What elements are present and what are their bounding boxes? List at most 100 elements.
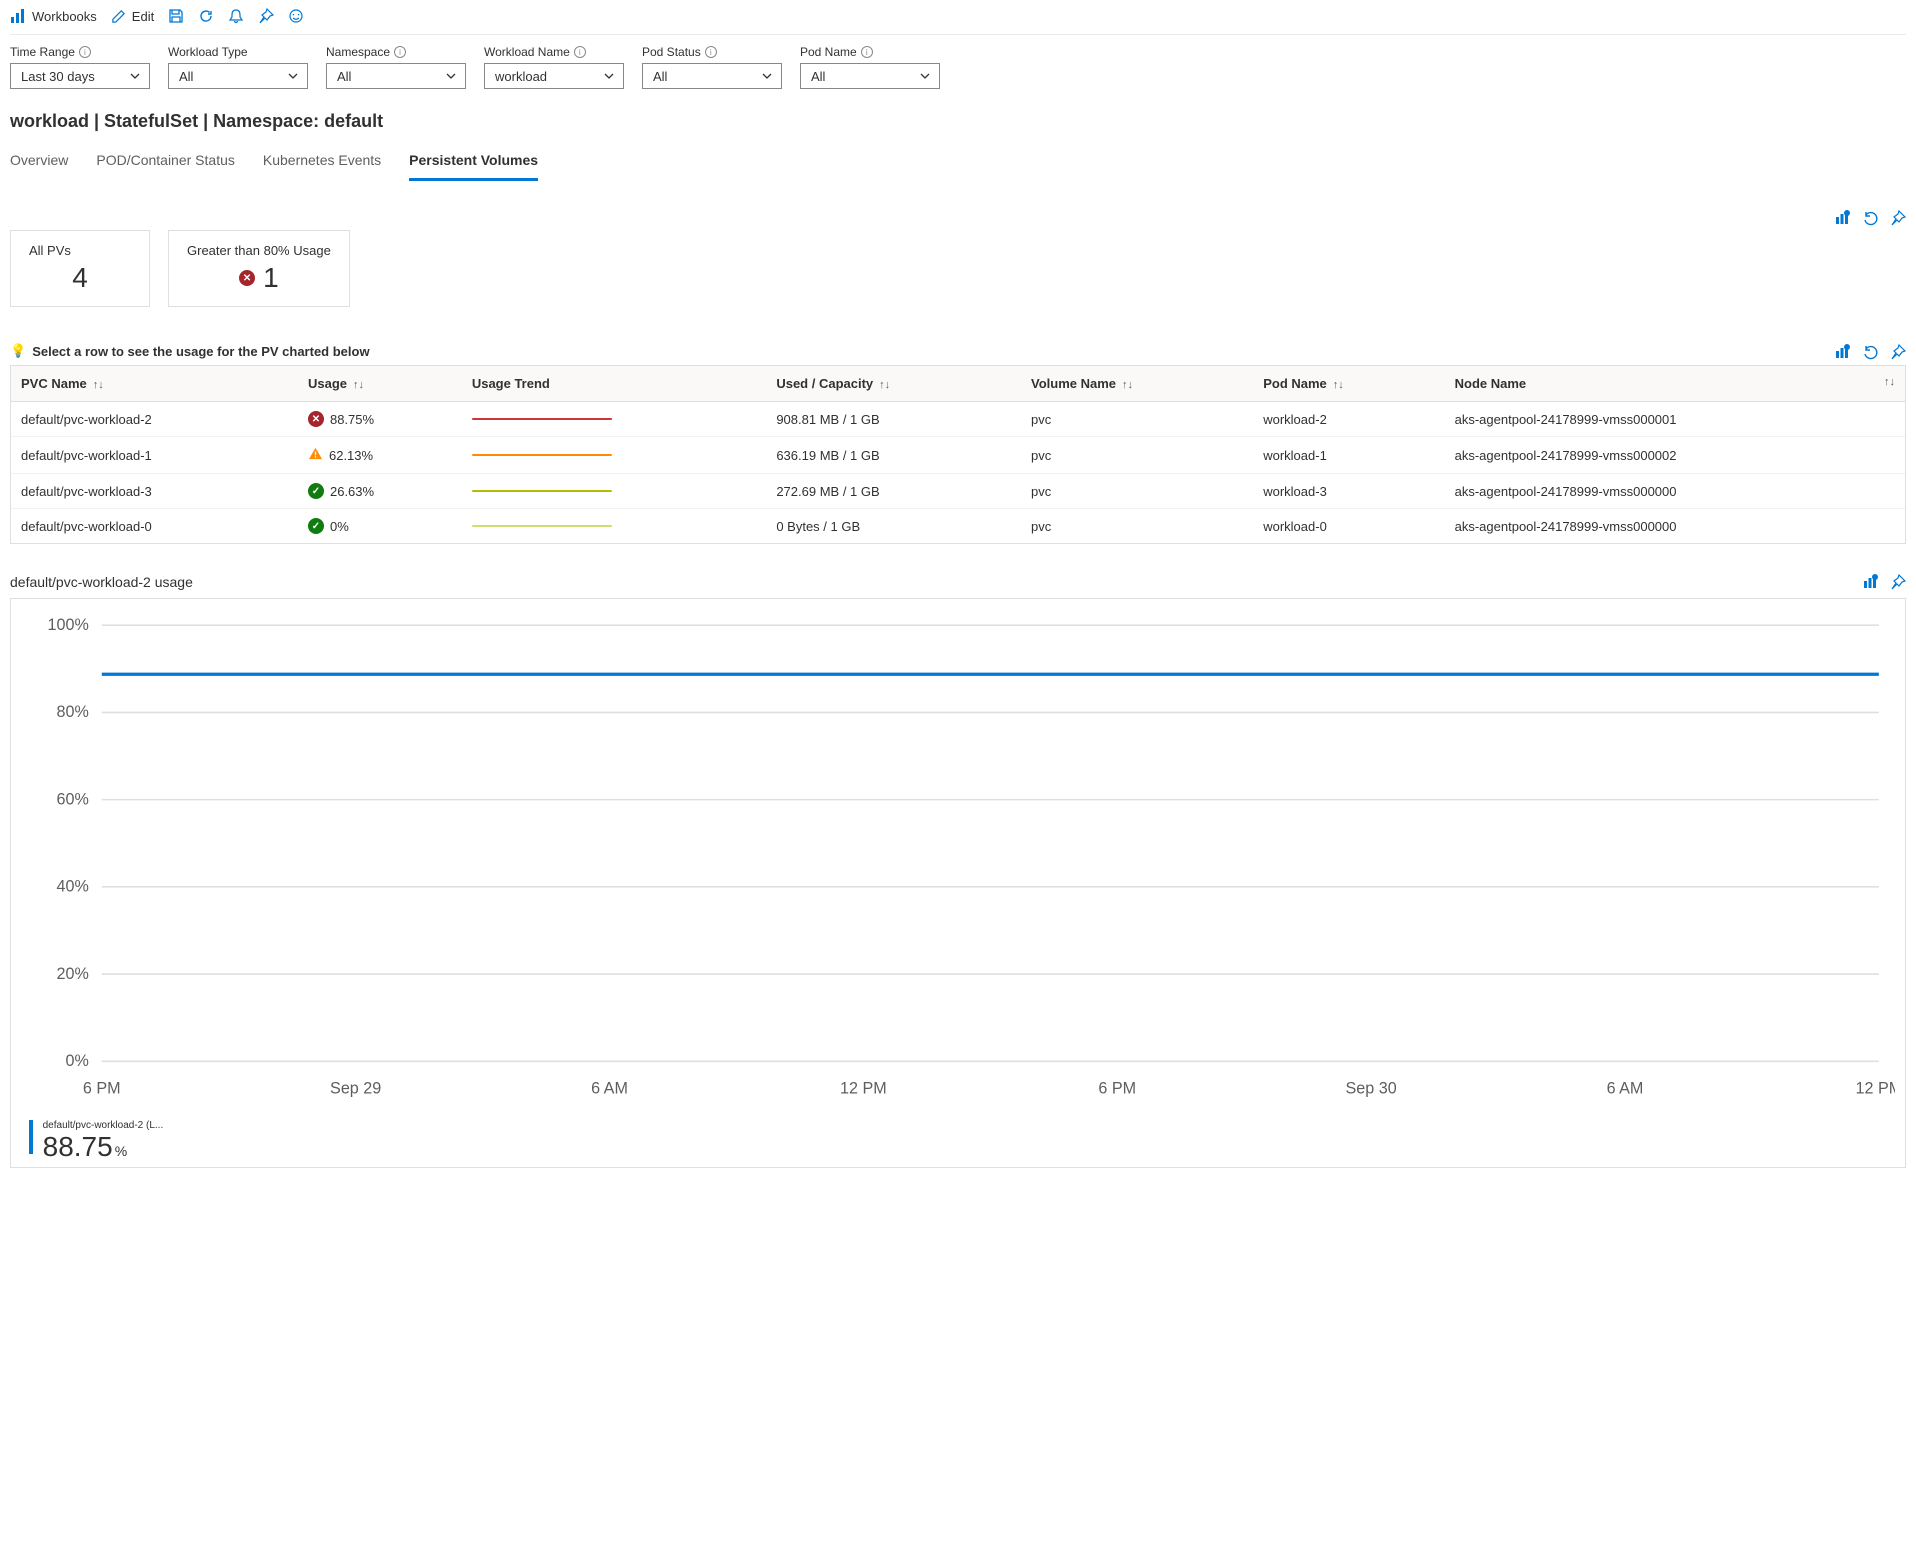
workbooks-button[interactable]: Workbooks — [10, 8, 97, 24]
cell-pvc: default/pvc-workload-0 — [11, 509, 298, 544]
cell-pod: workload-3 — [1253, 474, 1444, 509]
time-range-dropdown[interactable]: Last 30 days — [10, 63, 150, 89]
info-icon[interactable]: i — [705, 46, 717, 58]
info-icon[interactable]: i — [574, 46, 586, 58]
svg-text:Sep 30: Sep 30 — [1346, 1080, 1397, 1098]
logs-icon[interactable] — [1834, 210, 1850, 226]
cell-node: aks-agentpool-24178999-vmss000000 — [1445, 474, 1905, 509]
svg-text:6 PM: 6 PM — [1098, 1080, 1136, 1098]
legend-unit: % — [115, 1143, 127, 1159]
pin-icon[interactable] — [1890, 574, 1906, 590]
svg-text:20%: 20% — [57, 965, 89, 983]
pod-name-dropdown[interactable]: All — [800, 63, 940, 89]
filter-label: Pod Namei — [800, 45, 940, 59]
filter-label: Pod Statusi — [642, 45, 782, 59]
bulb-icon: 💡 — [10, 343, 26, 359]
legend-color-bar — [29, 1120, 33, 1154]
cell-pvc: default/pvc-workload-3 — [11, 474, 298, 509]
toolbar: Workbooks Edit — [10, 0, 1906, 35]
ok-icon: ✓ — [308, 518, 324, 534]
sort-icon: ↑↓ — [93, 379, 104, 391]
tab-pod-status[interactable]: POD/Container Status — [96, 146, 235, 181]
filter-label: Workload Namei — [484, 45, 624, 59]
filter-namespace: Namespacei All — [326, 45, 466, 89]
namespace-dropdown[interactable]: All — [326, 63, 466, 89]
cell-trend — [462, 474, 767, 509]
sort-icon: ↑↓ — [1333, 379, 1344, 391]
cell-usage: ✓0% — [298, 509, 462, 544]
error-icon: ✕ — [239, 270, 255, 286]
cell-vol: pvc — [1021, 509, 1253, 544]
cell-trend — [462, 437, 767, 474]
tab-overview[interactable]: Overview — [10, 146, 68, 181]
filter-workload-name: Workload Namei workload — [484, 45, 624, 89]
refresh-icon[interactable] — [198, 8, 214, 24]
cell-used: 272.69 MB / 1 GB — [766, 474, 1021, 509]
svg-text:80%: 80% — [57, 703, 89, 721]
undo-icon[interactable] — [1862, 344, 1878, 360]
info-icon[interactable]: i — [861, 46, 873, 58]
pod-status-dropdown[interactable]: All — [642, 63, 782, 89]
alert-icon[interactable] — [228, 8, 244, 24]
hint-text: 💡 Select a row to see the usage for the … — [10, 343, 370, 359]
chevron-down-icon — [129, 70, 141, 82]
col-pod[interactable]: Pod Name↑↓ — [1253, 366, 1444, 402]
edit-button[interactable]: Edit — [111, 9, 154, 24]
logs-icon[interactable] — [1862, 574, 1878, 590]
cell-pod: workload-0 — [1253, 509, 1444, 544]
cell-usage: ✕88.75% — [298, 402, 462, 437]
col-node[interactable]: Node Name↑↓ — [1445, 366, 1905, 402]
legend-name: default/pvc-workload-2 (L... — [43, 1120, 164, 1131]
svg-text:Sep 29: Sep 29 — [330, 1080, 381, 1098]
cell-pvc: default/pvc-workload-2 — [11, 402, 298, 437]
workload-name-dropdown[interactable]: workload — [484, 63, 624, 89]
table-row[interactable]: default/pvc-workload-162.13%636.19 MB / … — [11, 437, 1905, 474]
col-usage[interactable]: Usage↑↓ — [298, 366, 462, 402]
table-header-row: PVC Name↑↓ Usage↑↓ Usage Trend Used / Ca… — [11, 366, 1905, 402]
chevron-down-icon — [603, 70, 615, 82]
pin-icon[interactable] — [1890, 210, 1906, 226]
svg-text:12 PM: 12 PM — [840, 1080, 887, 1098]
feedback-icon[interactable] — [288, 8, 304, 24]
cell-pod: workload-1 — [1253, 437, 1444, 474]
pin-icon[interactable] — [1890, 344, 1906, 360]
col-trend[interactable]: Usage Trend — [462, 366, 767, 402]
cell-used: 908.81 MB / 1 GB — [766, 402, 1021, 437]
cell-used: 0 Bytes / 1 GB — [766, 509, 1021, 544]
undo-icon[interactable] — [1862, 210, 1878, 226]
edit-label: Edit — [132, 9, 154, 24]
table-row[interactable]: default/pvc-workload-0✓0% 0 Bytes / 1 GBp… — [11, 509, 1905, 544]
table-row[interactable]: default/pvc-workload-3✓26.63%272.69 MB /… — [11, 474, 1905, 509]
sort-icon: ↑↓ — [879, 379, 890, 391]
cell-pod: workload-2 — [1253, 402, 1444, 437]
col-used[interactable]: Used / Capacity↑↓ — [766, 366, 1021, 402]
workload-type-dropdown[interactable]: All — [168, 63, 308, 89]
cell-node: aks-agentpool-24178999-vmss000002 — [1445, 437, 1905, 474]
pencil-icon — [111, 9, 126, 24]
card-gt80[interactable]: Greater than 80% Usage ✕ 1 — [168, 230, 350, 307]
filter-pod-name: Pod Namei All — [800, 45, 940, 89]
pin-icon[interactable] — [258, 8, 274, 24]
logs-icon[interactable] — [1834, 344, 1850, 360]
table-row[interactable]: default/pvc-workload-2✕88.75% 908.81 MB /… — [11, 402, 1905, 437]
cell-usage: 62.13% — [298, 437, 462, 474]
error-icon: ✕ — [308, 411, 324, 427]
workbooks-label: Workbooks — [32, 9, 97, 24]
legend-value: 88.75 — [43, 1131, 113, 1162]
filter-pod-status: Pod Statusi All — [642, 45, 782, 89]
card-all-pvs[interactable]: All PVs 4 — [10, 230, 150, 307]
svg-text:12 PM: 12 PM — [1856, 1080, 1895, 1098]
chart-title: default/pvc-workload-2 usage — [10, 574, 193, 590]
save-icon[interactable] — [168, 8, 184, 24]
svg-text:6 PM: 6 PM — [83, 1080, 121, 1098]
col-pvc-name[interactable]: PVC Name↑↓ — [11, 366, 298, 402]
col-volume[interactable]: Volume Name↑↓ — [1021, 366, 1253, 402]
tab-persistent-volumes[interactable]: Persistent Volumes — [409, 146, 538, 181]
ok-icon: ✓ — [308, 483, 324, 499]
tab-k8s-events[interactable]: Kubernetes Events — [263, 146, 381, 181]
info-icon[interactable]: i — [394, 46, 406, 58]
info-icon[interactable]: i — [79, 46, 91, 58]
chevron-down-icon — [287, 70, 299, 82]
usage-chart: 0%20%40%60%80%100%6 PMSep 296 AM12 PM6 P… — [10, 598, 1906, 1168]
chart-actions — [1862, 574, 1906, 590]
